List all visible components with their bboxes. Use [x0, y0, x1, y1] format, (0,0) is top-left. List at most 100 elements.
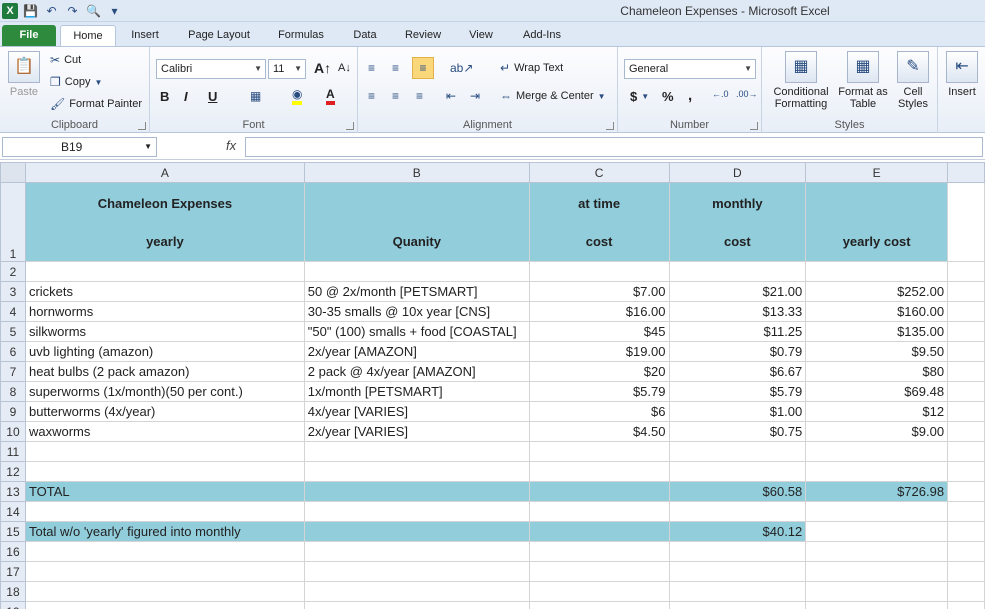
orientation-button[interactable]: ab↗: [450, 61, 473, 75]
quantity-cell[interactable]: 4x/year [VARIES]: [303, 401, 530, 422]
comma-button[interactable]: ,: [688, 87, 692, 104]
row-header-14[interactable]: 14: [0, 501, 26, 522]
quantity-cell[interactable]: 30-35 smalls @ 10x year [CNS]: [303, 301, 530, 322]
quantity-cell[interactable]: "50" (100) smalls + food [COASTAL]: [303, 321, 530, 342]
row-header[interactable]: 9: [0, 401, 26, 422]
cell-a1[interactable]: Chameleon Expenses yearly: [24, 182, 305, 262]
tab-formulas[interactable]: Formulas: [270, 25, 332, 46]
row-header-1[interactable]: 1: [0, 182, 26, 262]
quantity-cell[interactable]: 2x/year [AMAZON]: [303, 341, 530, 362]
cell[interactable]: [668, 261, 807, 282]
monthly-cost-cell[interactable]: $13.33: [668, 301, 807, 322]
italic-button[interactable]: I: [184, 89, 188, 104]
redo-icon[interactable]: ↷: [64, 2, 81, 19]
cell[interactable]: [947, 521, 985, 542]
item-cell[interactable]: heat bulbs (2 pack amazon): [24, 361, 305, 382]
fill-color-button[interactable]: ◉: [292, 87, 303, 105]
cell[interactable]: [303, 501, 530, 522]
cell[interactable]: [24, 461, 305, 482]
item-cell[interactable]: butterworms (4x/year): [24, 401, 305, 422]
cell[interactable]: [947, 281, 985, 302]
undo-icon[interactable]: ↶: [43, 2, 60, 19]
monthly-cost-cell[interactable]: $1.00: [668, 401, 807, 422]
at-time-cost-cell[interactable]: $7.00: [528, 281, 670, 302]
tab-page-layout[interactable]: Page Layout: [180, 25, 258, 46]
cell[interactable]: [528, 441, 670, 462]
cell[interactable]: [528, 561, 670, 582]
row-header[interactable]: 4: [0, 301, 26, 322]
cell[interactable]: [303, 521, 530, 542]
yearly-cost-cell[interactable]: $69.48: [805, 381, 949, 402]
decrease-decimal-button[interactable]: .00→: [736, 89, 758, 99]
at-time-cost-cell[interactable]: $16.00: [528, 301, 670, 322]
monthly-cost-cell[interactable]: $5.79: [668, 381, 807, 402]
row-header-13[interactable]: 13: [0, 481, 26, 502]
cell-c1[interactable]: at time cost: [528, 182, 670, 262]
cell[interactable]: [805, 441, 949, 462]
format-as-table-button[interactable]: ▦ Format as Table: [836, 51, 890, 110]
alignment-launcher-icon[interactable]: [606, 122, 614, 130]
cell[interactable]: [303, 541, 530, 562]
cell[interactable]: [947, 461, 985, 482]
yearly-cost-cell[interactable]: $9.50: [805, 341, 949, 362]
cell[interactable]: [668, 501, 807, 522]
cell[interactable]: [528, 481, 670, 502]
cell[interactable]: [303, 481, 530, 502]
cell[interactable]: [947, 361, 985, 382]
insert-cells-button[interactable]: ⇤ Insert: [942, 51, 982, 98]
currency-button[interactable]: $ ▼: [630, 89, 649, 104]
at-time-cost-cell[interactable]: $6: [528, 401, 670, 422]
total-without-yearly-label[interactable]: Total w/o 'yearly' figured into monthly: [24, 521, 305, 542]
paste-button[interactable]: 📋 Paste: [4, 51, 44, 98]
row-header-19[interactable]: 19: [0, 601, 26, 609]
yearly-cost-cell[interactable]: $135.00: [805, 321, 949, 342]
yearly-cost-cell[interactable]: $9.00: [805, 421, 949, 442]
cell[interactable]: [947, 541, 985, 562]
column-header-e[interactable]: E: [805, 162, 949, 183]
yearly-cost-cell[interactable]: $252.00: [805, 281, 949, 302]
cell[interactable]: [528, 541, 670, 562]
row-header[interactable]: 8: [0, 381, 26, 402]
monthly-cost-cell[interactable]: $6.67: [668, 361, 807, 382]
row-header-15[interactable]: 15: [0, 521, 26, 542]
top-align-button[interactable]: ≡: [368, 61, 375, 75]
cell[interactable]: [668, 581, 807, 602]
font-launcher-icon[interactable]: [346, 122, 354, 130]
cell-e1[interactable]: yearly cost: [805, 182, 949, 262]
column-header-c[interactable]: C: [528, 162, 670, 183]
cell[interactable]: [805, 601, 949, 609]
insert-function-icon[interactable]: fx: [226, 138, 236, 153]
cell[interactable]: [805, 581, 949, 602]
cell[interactable]: [528, 501, 670, 522]
total-monthly[interactable]: $60.58: [668, 481, 807, 502]
item-cell[interactable]: silkworms: [24, 321, 305, 342]
column-header-f[interactable]: [947, 162, 985, 183]
cell[interactable]: [303, 561, 530, 582]
merge-center-button[interactable]: ⇔ Merge & Center ▼: [500, 89, 606, 103]
font-name-select[interactable]: Calibri ▼: [156, 59, 266, 79]
cell[interactable]: [24, 501, 305, 522]
item-cell[interactable]: uvb lighting (amazon): [24, 341, 305, 362]
cell[interactable]: [947, 261, 985, 282]
item-cell[interactable]: waxworms: [24, 421, 305, 442]
cell[interactable]: [668, 461, 807, 482]
borders-button[interactable]: ▦: [250, 89, 261, 103]
row-header[interactable]: 3: [0, 281, 26, 302]
cell[interactable]: [947, 401, 985, 422]
row-header-18[interactable]: 18: [0, 581, 26, 602]
quantity-cell[interactable]: 2x/year [VARIES]: [303, 421, 530, 442]
cell[interactable]: [947, 501, 985, 522]
cell[interactable]: [805, 501, 949, 522]
quantity-cell[interactable]: 1x/month [PETSMART]: [303, 381, 530, 402]
cell[interactable]: [805, 561, 949, 582]
cell[interactable]: [947, 421, 985, 442]
item-cell[interactable]: crickets: [24, 281, 305, 302]
at-time-cost-cell[interactable]: $5.79: [528, 381, 670, 402]
row-header[interactable]: 6: [0, 341, 26, 362]
yearly-cost-cell[interactable]: $80: [805, 361, 949, 382]
align-left-button[interactable]: ≡: [368, 89, 375, 103]
cell[interactable]: [303, 261, 530, 282]
row-header-12[interactable]: 12: [0, 461, 26, 482]
cell[interactable]: [528, 261, 670, 282]
row-header-11[interactable]: 11: [0, 441, 26, 462]
